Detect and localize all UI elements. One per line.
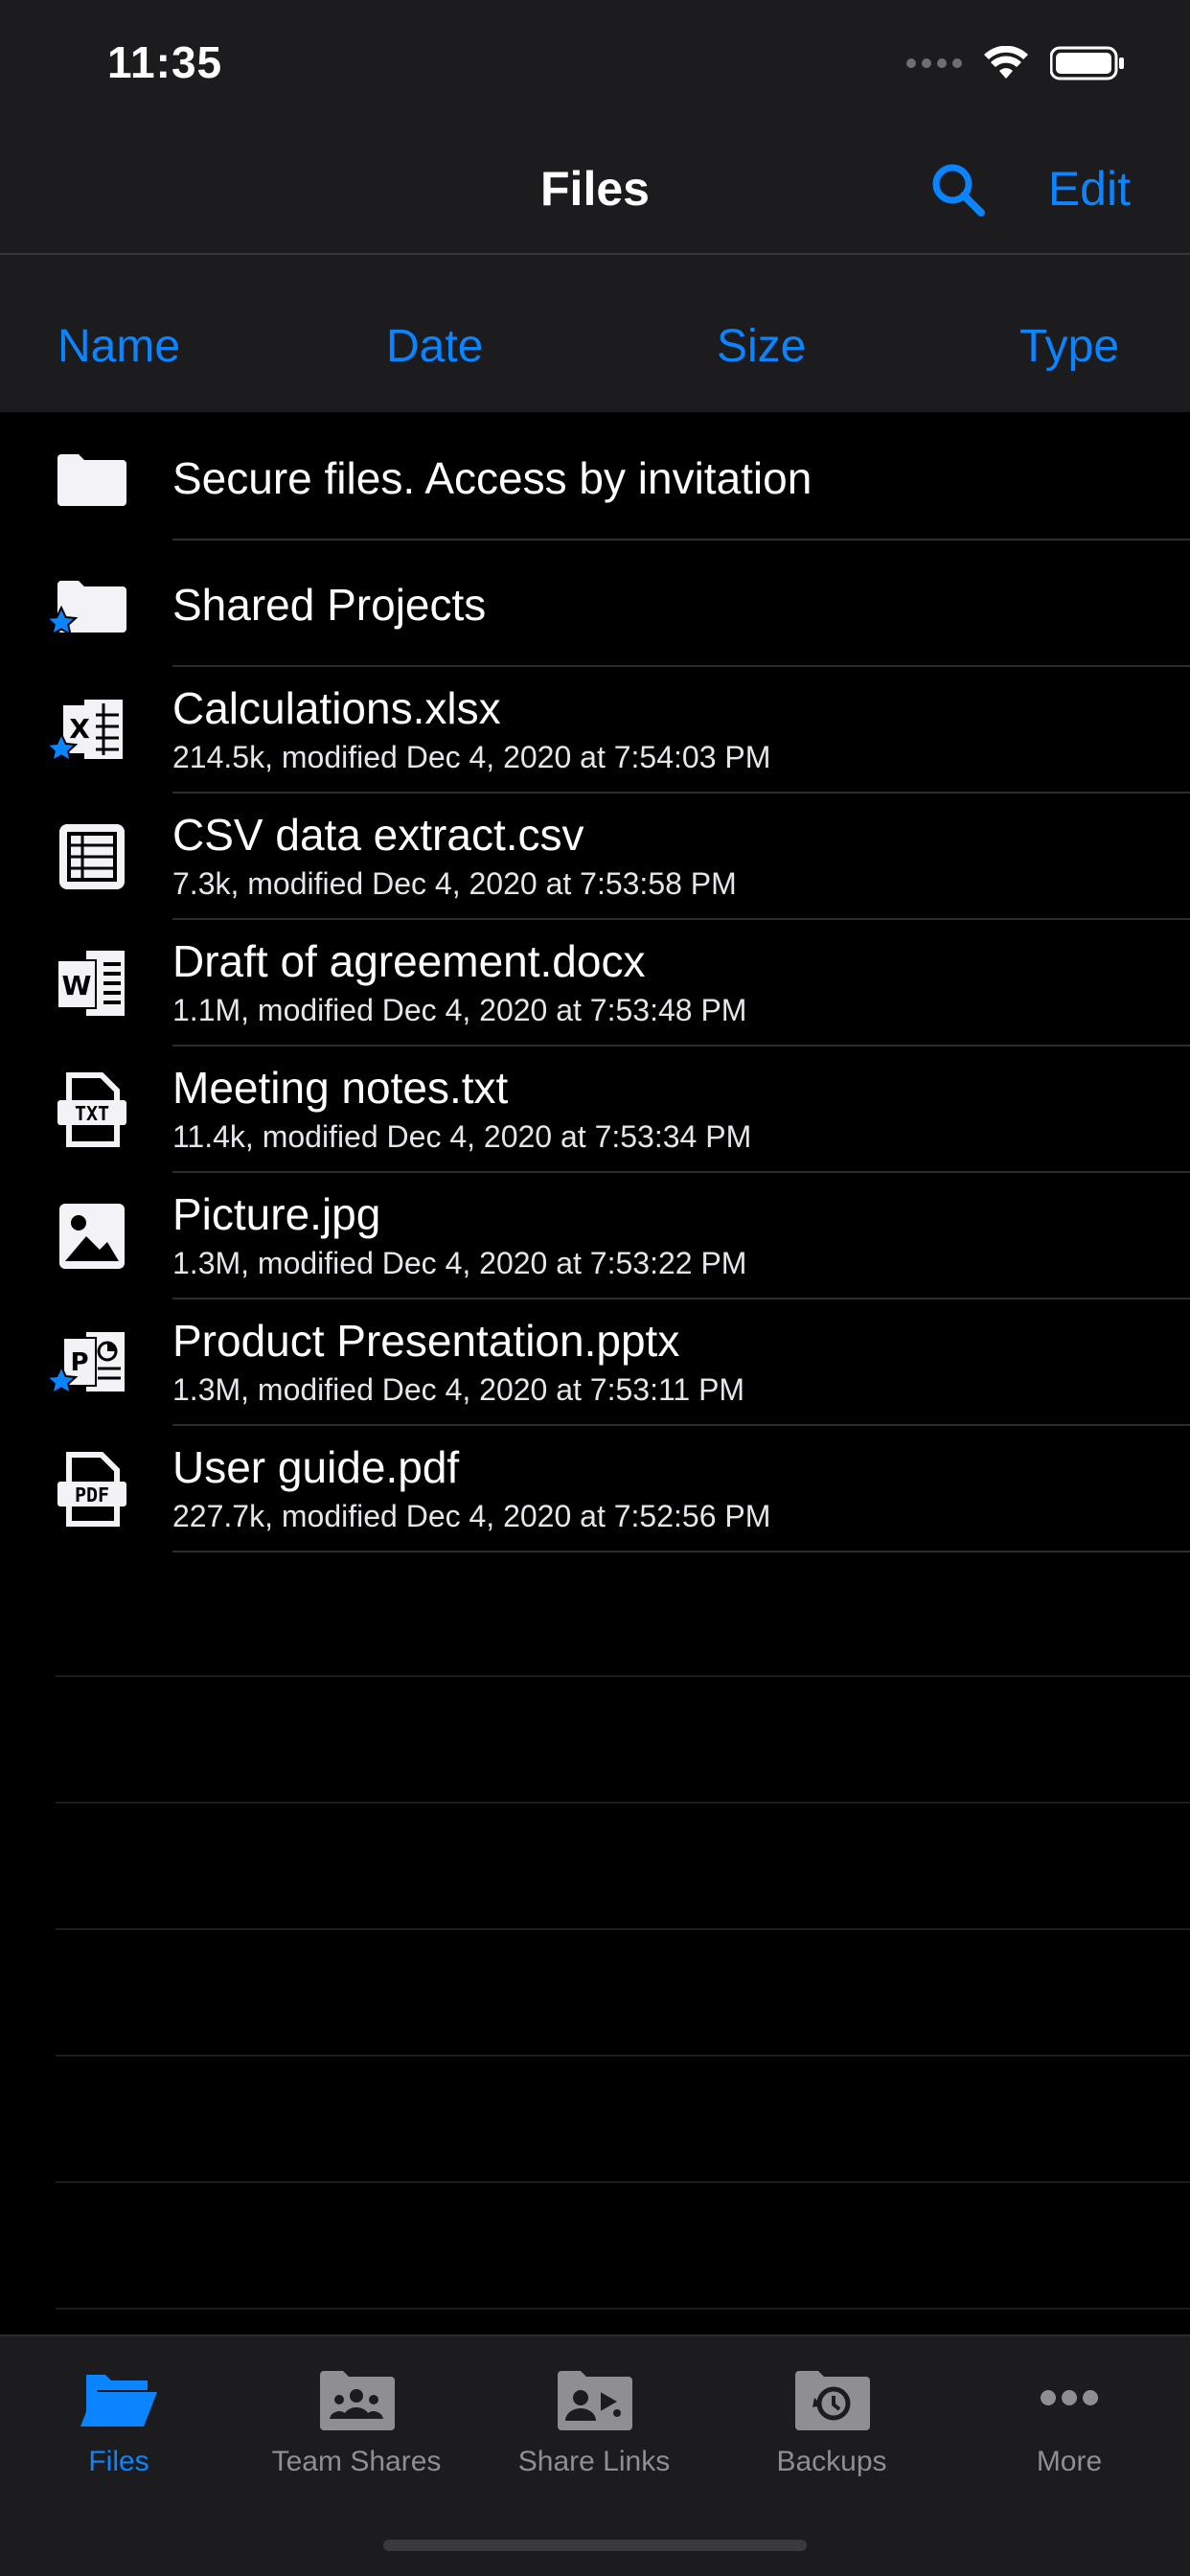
powerpoint-file-icon: P <box>44 1332 125 1396</box>
status-indicators <box>906 42 1125 84</box>
tab-team-shares[interactable]: Team Shares <box>238 2359 475 2503</box>
file-details: 11.4k, modified Dec 4, 2020 at 7:53:34 P… <box>172 1119 752 1154</box>
backup-folder-icon <box>795 2371 870 2430</box>
battery-icon <box>1050 46 1124 80</box>
file-details: 1.3M, modified Dec 4, 2020 at 7:53:22 PM <box>172 1246 747 1280</box>
list-item[interactable]: X Calculations.xlsx 214.5k, modified Dec… <box>0 667 1190 794</box>
folder-icon <box>44 581 126 637</box>
pdf-file-icon: PDF <box>57 1452 126 1527</box>
divider <box>56 2181 1190 2183</box>
search-icon[interactable] <box>927 159 989 220</box>
tab-share-links[interactable]: Share Links <box>475 2359 713 2503</box>
divider <box>56 1675 1190 1677</box>
folder-icon <box>57 454 126 506</box>
divider <box>56 1928 1190 1930</box>
list-item[interactable]: TXT Meeting notes.txt 11.4k, modified De… <box>0 1046 1190 1173</box>
sort-by-size-button[interactable]: Size <box>717 320 806 373</box>
list-item[interactable]: CSV data extract.csv 7.3k, modified Dec … <box>0 794 1190 920</box>
file-name: Draft of agreement.docx <box>172 936 646 986</box>
list-item[interactable]: W Draft of agreement.docx 1.1M, modified… <box>0 920 1190 1046</box>
file-details: 1.1M, modified Dec 4, 2020 at 7:53:48 PM <box>172 993 747 1027</box>
page-title: Files <box>540 162 650 216</box>
sort-by-name-button[interactable]: Name <box>57 320 180 373</box>
tab-files[interactable]: Files <box>0 2359 238 2503</box>
share-link-folder-icon <box>558 2371 632 2430</box>
tab-label: Share Links <box>517 2446 671 2477</box>
file-name: Product Presentation.pptx <box>172 1316 680 1366</box>
team-folder-icon <box>320 2371 395 2430</box>
file-name: Shared Projects <box>172 580 487 630</box>
file-name: Secure files. Access by invitation <box>172 453 812 503</box>
file-details: 227.7k, modified Dec 4, 2020 at 7:52:56 … <box>172 1499 771 1533</box>
tab-label: Team Shares <box>271 2446 442 2477</box>
home-indicator[interactable] <box>383 2540 807 2551</box>
word-file-icon: W <box>57 951 125 1016</box>
file-name: Calculations.xlsx <box>172 683 501 733</box>
svg-text:PDF: PDF <box>75 1484 109 1506</box>
file-name: CSV data extract.csv <box>172 810 584 860</box>
tab-backups[interactable]: Backups <box>713 2359 950 2503</box>
sort-bar: Name Date Size Type <box>0 255 1190 412</box>
list-item[interactable]: Secure files. Access by invitation <box>0 414 1190 540</box>
divider <box>56 1802 1190 1804</box>
list-item[interactable]: Shared Projects <box>0 540 1190 667</box>
list-item[interactable]: PDF User guide.pdf 227.7k, modified Dec … <box>0 1426 1190 1552</box>
divider <box>56 2055 1190 2057</box>
wifi-icon <box>984 46 1028 79</box>
file-details: 1.3M, modified Dec 4, 2020 at 7:53:11 PM <box>172 1372 745 1407</box>
divider <box>56 2308 1190 2310</box>
list-item[interactable]: P Product Presentation.pptx 1.3M, modifi… <box>0 1300 1190 1426</box>
txt-file-icon: TXT <box>57 1072 126 1147</box>
svg-text:TXT: TXT <box>75 1102 109 1125</box>
file-details: 7.3k, modified Dec 4, 2020 at 7:53:58 PM <box>172 866 737 901</box>
sort-by-date-button[interactable]: Date <box>386 320 483 373</box>
csv-file-icon <box>59 824 125 889</box>
tab-label: Files <box>88 2446 149 2477</box>
more-dots-icon <box>1041 2390 1098 2405</box>
folder-open-icon <box>80 2375 157 2426</box>
image-file-icon <box>59 1204 125 1269</box>
svg-text:W: W <box>62 970 92 1001</box>
file-name: Picture.jpg <box>172 1189 381 1239</box>
tab-label: Backups <box>776 2446 887 2477</box>
file-name: Meeting notes.txt <box>172 1063 509 1113</box>
sort-by-type-button[interactable]: Type <box>1019 320 1119 373</box>
edit-button[interactable]: Edit <box>1048 161 1131 217</box>
status-bar: 11:35 <box>0 0 1190 126</box>
svg-text:P: P <box>70 1348 88 1377</box>
navigation-bar: Files Edit <box>0 126 1190 255</box>
status-time: 11:35 <box>107 37 223 87</box>
file-name: User guide.pdf <box>172 1442 460 1492</box>
file-details: 214.5k, modified Dec 4, 2020 at 7:54:03 … <box>172 740 771 774</box>
app-root: 11:35 Files Edit Name Date Size Type Sec… <box>0 0 1190 2576</box>
file-list: Secure files. Access by invitation Share… <box>0 414 1190 1552</box>
list-item[interactable]: Picture.jpg 1.3M, modified Dec 4, 2020 a… <box>0 1173 1190 1300</box>
tab-more[interactable]: More <box>950 2359 1188 2503</box>
excel-file-icon: X <box>44 700 123 764</box>
tab-label: More <box>1036 2446 1103 2477</box>
svg-text:X: X <box>69 713 90 745</box>
cellular-signal-icon <box>906 58 962 68</box>
